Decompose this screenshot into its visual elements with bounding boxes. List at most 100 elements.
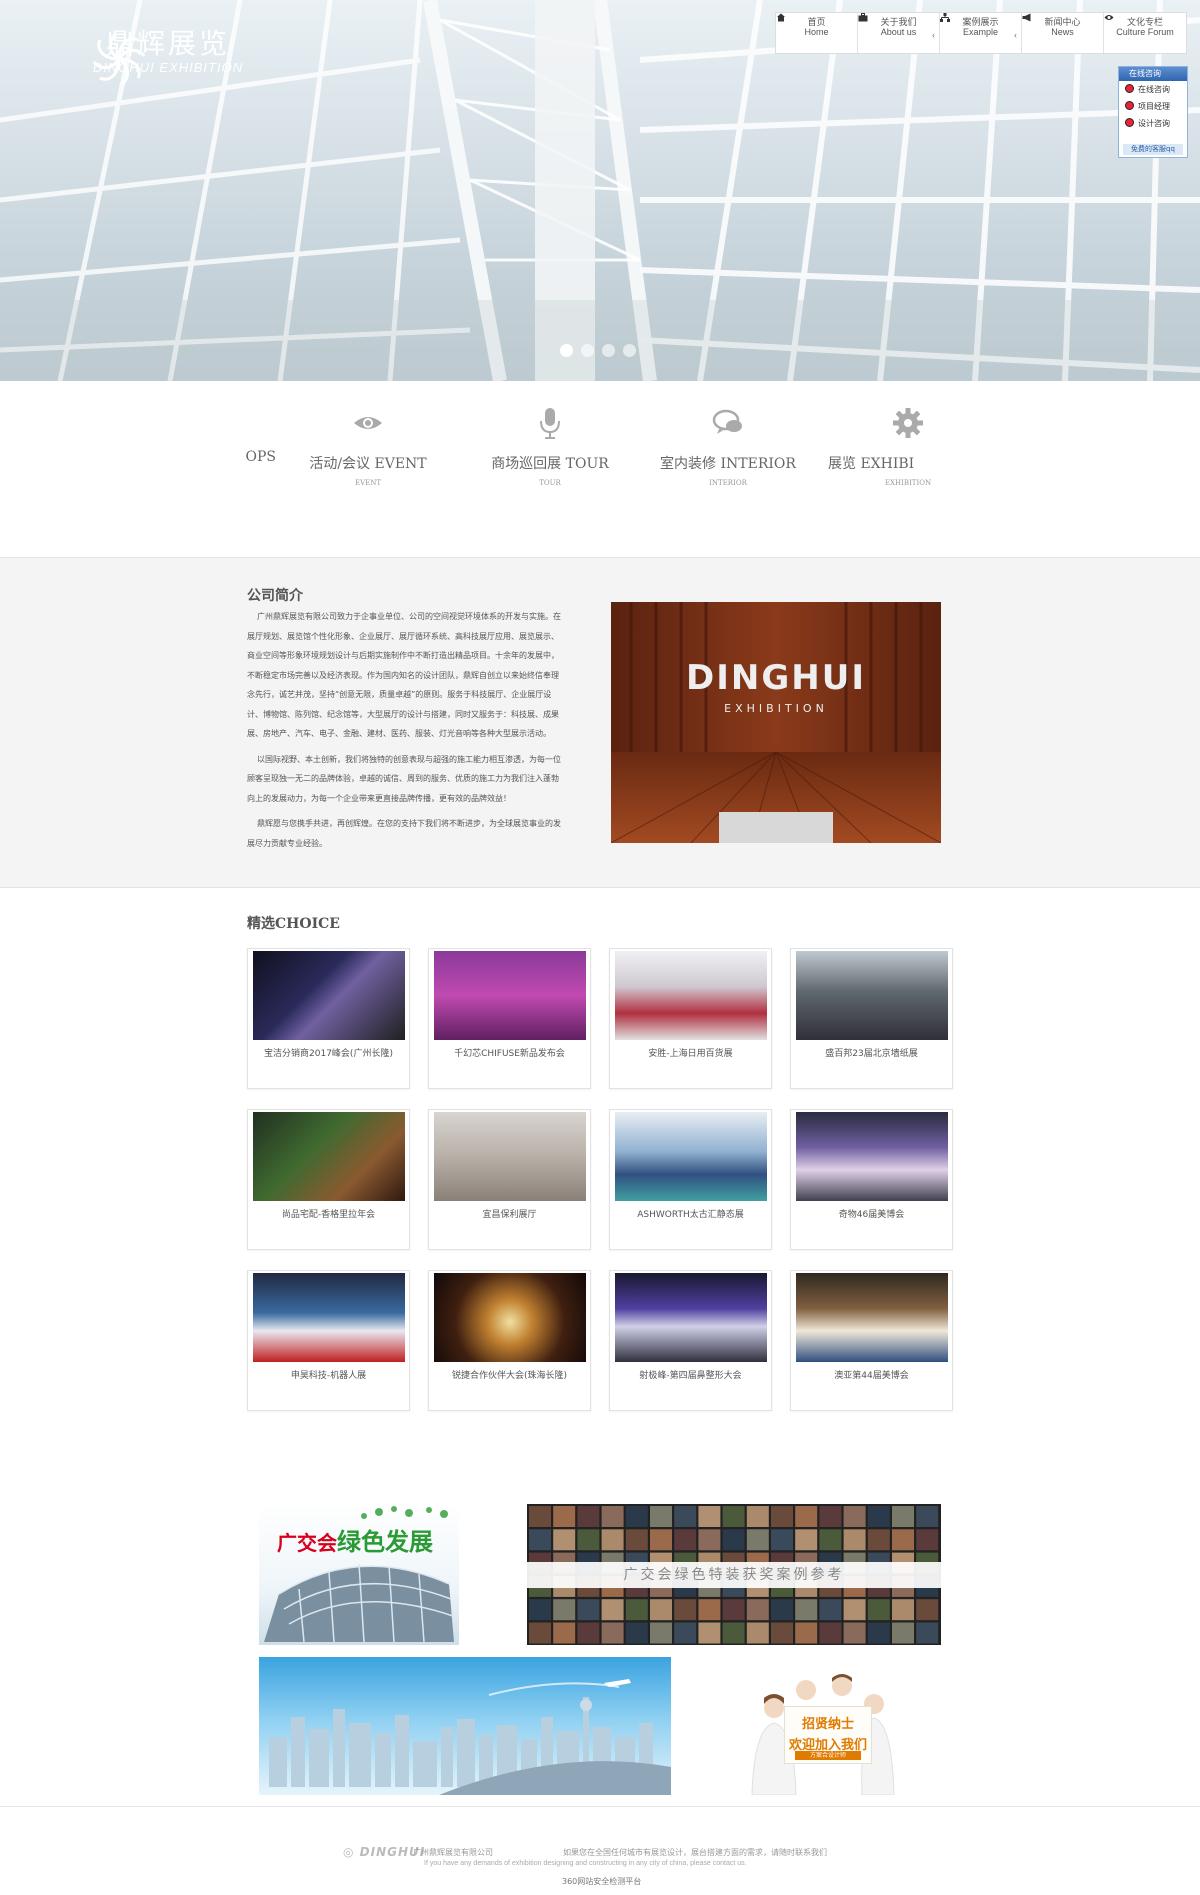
recruitment-sign: 招贤纳士 欢迎加入我们 方案合设计师: [784, 1706, 872, 1764]
case-caption: 千幻芯CHIFUSE新品发布会: [454, 1049, 565, 1059]
mosaic-tile: [916, 1599, 939, 1621]
consult-link-online[interactable]: 在线咨询: [1119, 81, 1187, 98]
brand-logo[interactable]: 鼎辉展览 DINGHUI EXHIBITION: [88, 28, 248, 86]
service-title: 活动/会议 EVENT: [309, 456, 427, 472]
consult-link-design[interactable]: 设计咨询: [1119, 115, 1187, 132]
case-card[interactable]: 尚品宅配-香格里拉年会: [247, 1109, 410, 1250]
online-consult-title: 在线咨询: [1119, 67, 1187, 81]
service-item-event[interactable]: 活动/会议 EVENT EVENT: [288, 405, 448, 487]
mosaic-tile: [722, 1599, 745, 1621]
nav-item-example[interactable]: 案例展示 Example ‹: [940, 13, 1022, 53]
services-track: OPS 活动/会议 EVENT EVENT 商场巡回展 TOUR TOUR 室内…: [246, 405, 954, 515]
case-card[interactable]: 澳亚第44届美博会: [790, 1270, 953, 1411]
case-card[interactable]: 射极峰-第四届鼻整形大会: [609, 1270, 772, 1411]
mosaic-tile: [771, 1529, 793, 1551]
nav-label-cn: 文化专栏: [1126, 17, 1163, 27]
microphone-icon: [540, 408, 560, 439]
mosaic-tile: [892, 1622, 914, 1644]
award-cases-caption: 广交会绿色特装获奖案例参考: [527, 1562, 941, 1588]
case-thumbnail: [796, 1112, 948, 1201]
nav-item-home[interactable]: 首页 Home: [776, 13, 858, 53]
case-thumbnail: [796, 1273, 948, 1362]
mosaic-tile: [916, 1622, 939, 1644]
recruitment-banner[interactable]: 招贤纳士 欢迎加入我们 方案合设计师: [742, 1668, 902, 1795]
mosaic-tile: [867, 1529, 890, 1551]
slider-dot[interactable]: [623, 344, 636, 357]
case-caption: 澳亚第44届美博会: [834, 1371, 909, 1381]
mosaic-tile: [577, 1506, 600, 1527]
slider-pagination: [560, 344, 636, 357]
mosaic-tile: [795, 1599, 818, 1621]
mosaic-tile: [577, 1529, 600, 1551]
case-caption: 尚品宅配-香格里拉年会: [281, 1210, 376, 1220]
mosaic-tile: [722, 1506, 745, 1527]
mosaic-tile: [674, 1599, 697, 1621]
nav-item-news[interactable]: 新闻中心 News: [1022, 13, 1104, 53]
mosaic-tile: [553, 1599, 576, 1621]
slider-dot[interactable]: [602, 344, 615, 357]
mosaic-tile: [529, 1529, 551, 1551]
nav-item-about[interactable]: 关于我们 About us ‹: [858, 13, 940, 53]
service-item-ops[interactable]: OPS: [246, 405, 276, 465]
nav-label-cn: 新闻中心: [1044, 17, 1081, 27]
mosaic-tile: [601, 1599, 624, 1621]
qq-penguin-icon: [1125, 101, 1134, 110]
case-caption: 射极峰-第四届鼻整形大会: [639, 1371, 742, 1381]
city-skyline-banner[interactable]: [259, 1657, 671, 1795]
intro-paragraph: 广州鼎辉展览有限公司致力于企事业单位、公司的空间视觉环境体系的开发与实施。在展厅…: [247, 612, 561, 738]
mosaic-tile: [577, 1599, 600, 1621]
slider-dot[interactable]: [560, 344, 573, 357]
service-title: 商场巡回展 TOUR: [491, 456, 609, 472]
qq-penguin-icon: [1125, 118, 1134, 127]
nav-label-en: News: [1051, 27, 1074, 37]
mosaic-tile: [529, 1506, 551, 1527]
mosaic-tile: [625, 1599, 648, 1621]
chevron-left-icon: ‹: [932, 30, 935, 40]
case-card[interactable]: 奇物46届美博会: [790, 1109, 953, 1250]
service-item-exhibition[interactable]: 展览 EXHIBI EXHIBITION: [828, 405, 954, 487]
footer-safety-link[interactable]: 360网站安全检测平台: [562, 1876, 641, 1887]
footer-contact-message-en: If you have any demands of exhibition de…: [424, 1860, 747, 1867]
eye-icon: [354, 417, 382, 429]
briefcase-icon: [858, 13, 868, 22]
mosaic-tile: [650, 1506, 672, 1527]
consult-link-manager[interactable]: 项目经理: [1119, 98, 1187, 115]
nav-label-en: About us: [880, 27, 917, 37]
case-caption: 奇物46届美博会: [838, 1210, 905, 1220]
case-thumbnail: [615, 951, 767, 1040]
service-item-tour[interactable]: 商场巡回展 TOUR TOUR: [470, 405, 630, 487]
case-card[interactable]: 宝洁分销商2017峰会(广州长隆): [247, 948, 410, 1089]
case-card[interactable]: 宜昌保利展厅: [428, 1109, 591, 1250]
mosaic-tile: [892, 1599, 914, 1621]
service-item-interior[interactable]: 室内装修 INTERIOR INTERIOR: [648, 405, 808, 487]
case-card[interactable]: 盛百邦23届北京墙纸展: [790, 948, 953, 1089]
consult-label: 设计咨询: [1138, 119, 1170, 128]
mosaic-tile: [650, 1599, 672, 1621]
mosaic-tile: [746, 1599, 769, 1621]
mosaic-tile: [795, 1506, 818, 1527]
mosaic-tile: [650, 1622, 672, 1644]
mosaic-tile: [795, 1622, 818, 1644]
mosaic-tile: [843, 1506, 866, 1527]
stage-brand-text: DINGHUI: [686, 658, 866, 698]
green-development-banner[interactable]: 广交会绿色发展: [259, 1504, 459, 1645]
mosaic-tile: [843, 1622, 866, 1644]
case-thumbnail: [253, 951, 405, 1040]
nav-item-culture[interactable]: 文化专栏 Culture Forum: [1104, 13, 1186, 53]
mosaic-tile: [771, 1622, 793, 1644]
case-card[interactable]: 锐捷合作伙伴大会(珠海长隆): [428, 1270, 591, 1411]
case-card[interactable]: 申昊科技-机器人展: [247, 1270, 410, 1411]
mosaic-tile: [698, 1529, 721, 1551]
case-card[interactable]: 千幻芯CHIFUSE新品发布会: [428, 948, 591, 1089]
consult-label: 在线咨询: [1138, 85, 1170, 94]
award-cases-banner[interactable]: 广交会绿色特装获奖案例参考: [527, 1504, 941, 1645]
mosaic-tile: [625, 1622, 648, 1644]
nav-label-cn: 首页: [807, 17, 826, 27]
mosaic-tile: [746, 1506, 769, 1527]
qq-penguin-icon: [1125, 84, 1134, 93]
mosaic-tile: [698, 1622, 721, 1644]
intro-paragraph: 鼎辉愿与您携手共进，再创辉煌。在您的支持下我们将不断进步，为全球展览事业的发展尽…: [247, 819, 561, 848]
case-card[interactable]: ASHWORTH太古汇静态展: [609, 1109, 772, 1250]
case-card[interactable]: 安胜-上海日用百货展: [609, 948, 772, 1089]
slider-dot[interactable]: [581, 344, 594, 357]
